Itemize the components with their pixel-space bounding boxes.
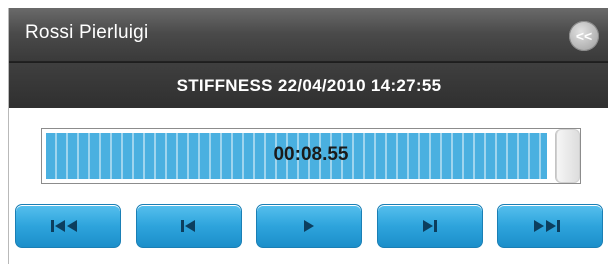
playback-controls: [15, 204, 603, 248]
collapse-icon: <<: [575, 28, 593, 44]
skip-to-end-icon: [532, 219, 568, 233]
previous-button[interactable]: [135, 204, 242, 248]
time-display: 00:08.55: [273, 144, 349, 165]
skip-to-start-button[interactable]: [15, 204, 121, 248]
next-icon: [421, 219, 439, 233]
collapse-button[interactable]: <<: [569, 21, 599, 51]
patient-name: Rossi Pierluigi: [25, 22, 149, 43]
session-bar: STIFFNESS 22/04/2010 14:27:55: [9, 62, 608, 109]
player-panel: Rossi Pierluigi << STIFFNESS 22/04/2010 …: [8, 8, 608, 264]
skip-to-start-icon: [50, 219, 86, 233]
skip-to-end-button[interactable]: [497, 204, 603, 248]
previous-icon: [180, 219, 198, 233]
play-button[interactable]: [256, 204, 362, 248]
session-label: STIFFNESS 22/04/2010 14:27:55: [176, 76, 442, 95]
title-bar: Rossi Pierluigi <<: [9, 8, 608, 62]
player-content: 00:08.55: [9, 108, 608, 264]
next-button[interactable]: [376, 204, 483, 248]
play-icon: [302, 219, 316, 233]
progress-slider[interactable]: 00:08.55: [41, 128, 581, 184]
